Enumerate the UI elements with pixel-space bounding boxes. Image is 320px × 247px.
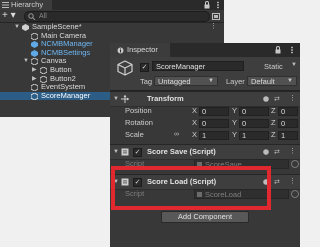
expand-arrow-icon[interactable]: ▼ <box>113 145 119 159</box>
hierarchy-tab[interactable]: Hierarchy <box>0 0 52 10</box>
tag-dropdown[interactable]: Untagged ▼ <box>154 76 218 86</box>
create-button[interactable]: + ▾ <box>2 11 18 21</box>
expand-arrow-icon[interactable]: ▼ <box>14 23 20 32</box>
position-z-field[interactable]: 0 <box>278 107 298 116</box>
preset-icon[interactable]: ⇄ <box>274 178 280 186</box>
static-label[interactable]: Static <box>264 62 283 71</box>
axis-y-label: Y <box>232 118 238 127</box>
axis-y-label: Y <box>232 106 238 115</box>
add-component-button[interactable]: Add Component <box>161 211 249 223</box>
static-dropdown-arrow-icon[interactable]: ▼ <box>291 62 297 68</box>
chevron-down-icon: ▼ <box>287 78 293 84</box>
object-picker-icon[interactable] <box>291 160 299 168</box>
expand-arrow-icon[interactable]: ▼ <box>113 92 119 106</box>
inspector-tab[interactable]: Inspector <box>110 43 170 57</box>
preset-icon[interactable]: ⇄ <box>274 95 280 103</box>
hierarchy-item-main-camera[interactable]: Main Camera <box>0 31 224 41</box>
scale-x-field[interactable]: 1 <box>199 131 229 140</box>
gameobject-icon <box>31 58 38 66</box>
gameobject-icon <box>31 92 38 100</box>
inspector-tab-label: Inspector <box>127 45 158 54</box>
object-name-field[interactable]: ScoreManager <box>152 61 244 71</box>
expand-arrow-icon[interactable]: ▼ <box>23 57 29 66</box>
hierarchy-search-input[interactable]: All <box>24 11 210 22</box>
transform-icon <box>121 95 129 103</box>
scene-filter-icon[interactable] <box>212 13 220 20</box>
lock-icon[interactable] <box>274 46 282 54</box>
gameobject-icon[interactable] <box>117 60 133 76</box>
gameobject-icon <box>31 84 38 92</box>
component-title: Score Save (Script) <box>147 147 216 156</box>
tag-label: Tag <box>140 77 153 86</box>
tag-value: Untagged <box>158 77 191 86</box>
component-menu-icon[interactable]: ⋮ <box>289 177 296 185</box>
component-menu-icon[interactable]: ⋮ <box>289 94 296 102</box>
layer-value: Default <box>251 77 275 86</box>
chevron-down-icon: ▼ <box>208 78 214 84</box>
transform-component-header[interactable]: ▼ Transform ⇄ ⋮ <box>110 91 300 107</box>
scale-label: Scale <box>125 130 144 139</box>
rotation-z-field[interactable]: 0 <box>278 119 298 128</box>
help-icon[interactable] <box>263 149 269 155</box>
hierarchy-list-icon <box>2 2 9 8</box>
search-icon <box>28 13 36 20</box>
scale-y-field[interactable]: 1 <box>239 131 269 140</box>
inspector-tab-bar: Inspector <box>110 43 300 57</box>
preset-icon[interactable]: ⇄ <box>274 148 280 156</box>
link-scale-icon[interactable]: ∞ <box>174 130 179 140</box>
highlight-box <box>111 166 271 210</box>
script-icon <box>121 148 129 156</box>
lock-icon[interactable] <box>203 1 211 9</box>
position-x-field[interactable]: 0 <box>199 107 229 116</box>
help-icon[interactable] <box>263 96 269 102</box>
collapse-arrow-icon[interactable]: ▶ <box>32 66 37 75</box>
prefab-icon <box>31 41 38 49</box>
component-enabled-checkbox[interactable]: ✓ <box>133 148 142 157</box>
axis-z-label: Z <box>271 130 276 139</box>
position-y-field[interactable]: 0 <box>239 107 269 116</box>
scale-z-field[interactable]: 1 <box>278 131 298 140</box>
info-icon <box>117 47 124 54</box>
search-placeholder: All <box>39 13 47 20</box>
gameobject-header: ✓ ScoreManager Static ▼ Tag Untagged ▼ L… <box>110 57 300 91</box>
component-menu-icon[interactable]: ⋮ <box>289 147 296 155</box>
panel-menu-icon[interactable] <box>288 46 296 54</box>
rotation-x-field[interactable]: 0 <box>199 119 229 128</box>
unity-scene-icon <box>22 24 29 31</box>
axis-z-label: Z <box>271 106 276 115</box>
layer-dropdown[interactable]: Default ▼ <box>247 76 297 86</box>
scale-row: Scale ∞ X 1 Y 1 Z 1 <box>110 130 300 140</box>
hierarchy-tab-label: Hierarchy <box>11 0 44 9</box>
axis-x-label: X <box>192 118 198 127</box>
gameobject-icon <box>31 32 38 40</box>
axis-x-label: X <box>192 130 198 139</box>
hierarchy-item-samplescene[interactable]: ▼ SampleScene* ⋮ <box>0 22 224 32</box>
position-row: Position X 0 Y 0 Z 0 <box>110 106 300 116</box>
position-label: Position <box>125 106 152 115</box>
axis-z-label: Z <box>271 118 276 127</box>
collapse-arrow-icon[interactable]: ▶ <box>32 75 37 84</box>
component-title: Transform <box>147 94 184 103</box>
panel-menu-icon[interactable] <box>214 1 222 9</box>
rotation-row: Rotation X 0 Y 0 Z 0 <box>110 118 300 128</box>
active-checkbox[interactable]: ✓ <box>140 63 149 72</box>
scene-menu-icon[interactable]: ⋮ <box>210 23 217 32</box>
rotation-label: Rotation <box>125 118 153 127</box>
prefab-icon <box>31 49 38 57</box>
gameobject-icon <box>40 66 47 74</box>
hierarchy-item-label: ScoreManager <box>41 90 91 100</box>
object-picker-icon[interactable] <box>291 190 299 198</box>
axis-y-label: Y <box>232 130 238 139</box>
layer-label: Layer <box>226 77 245 86</box>
inspector-panel: Inspector ✓ ScoreManager Static ▼ Tag Un… <box>110 43 300 247</box>
hierarchy-tab-bar: Hierarchy <box>0 0 224 10</box>
axis-x-label: X <box>192 106 198 115</box>
rotation-y-field[interactable]: 0 <box>239 119 269 128</box>
score-save-component-header[interactable]: ▼ ✓ Score Save (Script) ⇄ ⋮ <box>110 144 300 160</box>
